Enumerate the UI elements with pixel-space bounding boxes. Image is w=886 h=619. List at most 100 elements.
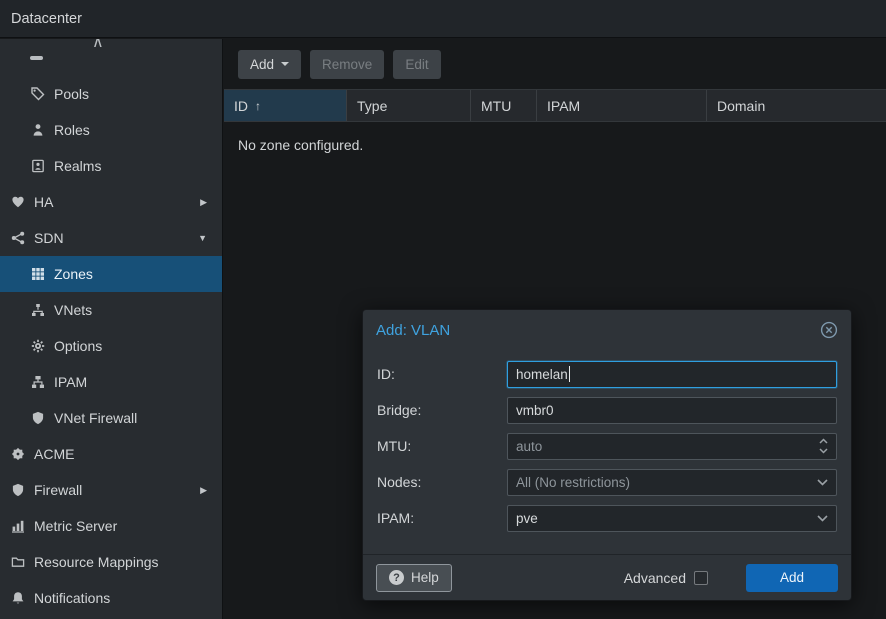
sidebar-item-label: Metric Server [34,518,117,534]
bridge-value: vmbr0 [516,403,554,418]
sidebar-item-notifications[interactable]: Notifications [0,580,222,616]
sidebar-item-label: Roles [54,122,90,138]
sidebar-item-label: IPAM [54,374,87,390]
user-icon [30,122,46,138]
column-header-type[interactable]: Type [347,90,471,121]
sidebar-item-label: Pools [54,86,89,102]
sidebar-item-vnets[interactable]: VNets [0,292,222,328]
mtu-spinner[interactable]: auto [507,433,837,460]
id-label: ID: [377,366,507,382]
dialog-footer: ? Help Advanced Add [363,554,851,600]
bridge-input[interactable]: vmbr0 [507,397,837,424]
dialog-header[interactable]: Add: VLAN [363,310,851,350]
edit-button[interactable]: Edit [393,50,440,79]
page-title: Datacenter [11,11,82,27]
bell-icon [10,590,26,606]
advanced-checkbox[interactable] [694,571,708,585]
mtu-label: MTU: [377,438,507,454]
question-circle-icon: ? [389,570,404,585]
submit-add-button[interactable]: Add [746,564,838,592]
sidebar-item-resource-mappings[interactable]: Resource Mappings [0,544,222,580]
sidebar-item-firewall[interactable]: Firewall ▶ [0,472,222,508]
sidebar-item-realms[interactable]: Realms [0,148,222,184]
sidebar-item-label: Notifications [34,590,110,606]
zones-toolbar: Add Remove Edit [224,39,886,89]
nodes-select[interactable]: All (No restrictions) [507,469,837,496]
shield-icon [30,410,46,426]
caret-right-icon[interactable]: ▶ [200,485,207,496]
spin-down-icon [819,448,828,454]
ipam-value: pve [516,511,538,526]
edit-button-label: Edit [405,57,428,72]
sidebar-item-ipam[interactable]: IPAM [0,364,222,400]
field-row-id: ID: homelan [377,356,837,392]
spin-up-icon [819,438,828,444]
nodes-value: All (No restrictions) [516,475,630,490]
bar-chart-icon [10,518,26,534]
caret-down-icon[interactable]: ▼ [198,233,207,243]
mtu-value: auto [516,439,542,454]
sidebar-item-roles[interactable]: Roles [0,112,222,148]
sidebar-item-label: Resource Mappings [34,554,159,570]
nodes-label: Nodes: [377,474,507,490]
remove-button-label: Remove [322,57,372,72]
sidebar-item-sdn[interactable]: SDN ▼ [0,220,222,256]
tags-icon [30,86,46,102]
certificate-icon [10,446,26,462]
sidebar: ∧ Pools Roles Realms HA ▶ SDN ▼ [0,39,223,619]
sidebar-item-label: Zones [54,266,93,282]
top-bar: Datacenter [0,0,886,38]
address-card-icon [30,158,46,174]
sidebar-item-ha[interactable]: HA ▶ [0,184,222,220]
folder-icon [10,554,26,570]
field-row-mtu: MTU: auto [377,428,837,464]
dialog-body: ID: homelan Bridge: vmbr0 MTU: auto [363,350,851,536]
help-button-label: Help [411,570,439,585]
remove-button[interactable]: Remove [310,50,384,79]
sidebar-item-vnet-firewall[interactable]: VNet Firewall [0,400,222,436]
partial-icon [30,56,43,60]
caret-right-icon[interactable]: ▶ [200,197,207,208]
sidebar-item-metric-server[interactable]: Metric Server [0,508,222,544]
submit-add-label: Add [780,570,804,585]
id-value: homelan [516,367,568,382]
sidebar-item-label: ACME [34,446,74,462]
bridge-label: Bridge: [377,402,507,418]
grid-icon [30,266,46,282]
sidebar-item-label: Options [54,338,102,354]
sidebar-item-label: Realms [54,158,101,174]
shield-icon [10,482,26,498]
id-input[interactable]: homelan [507,361,837,388]
add-vlan-dialog: Add: VLAN ID: homelan Bridge: vmbr0 MTU:… [362,309,852,601]
sidebar-item-label: SDN [34,230,64,246]
sidebar-item-acme[interactable]: ACME [0,436,222,472]
column-header-mtu[interactable]: MTU [471,90,537,121]
column-header-ipam[interactable]: IPAM [537,90,707,121]
network-nodes-icon [10,230,26,246]
empty-table-message: No zone configured. [224,122,886,153]
sitemap-icon [30,302,46,318]
sidebar-item-options[interactable]: Options [0,328,222,364]
dropdown-caret-icon [281,62,289,66]
chevron-down-icon [817,515,828,522]
gear-icon [30,338,46,354]
sidebar-item-label: VNets [54,302,92,318]
sort-ascending-icon: ↑ [255,99,261,113]
text-cursor [569,366,570,382]
sidebar-item-label: Firewall [34,482,82,498]
column-header-domain[interactable]: Domain [707,90,886,121]
dialog-title: Add: VLAN [376,322,450,339]
spinner-arrows[interactable] [819,438,828,454]
sidebar-item-partial[interactable]: ∧ [0,39,222,76]
add-button-label: Add [250,57,274,72]
help-button[interactable]: ? Help [376,564,452,592]
zones-table-header: ID ↑ Type MTU IPAM Domain [224,89,886,122]
sidebar-item-pools[interactable]: Pools [0,76,222,112]
close-icon[interactable] [820,321,838,339]
add-button[interactable]: Add [238,50,301,79]
sidebar-item-zones[interactable]: Zones [0,256,222,292]
advanced-label: Advanced [624,570,686,586]
ipam-select[interactable]: pve [507,505,837,532]
column-header-id[interactable]: ID ↑ [224,90,347,121]
field-row-bridge: Bridge: vmbr0 [377,392,837,428]
